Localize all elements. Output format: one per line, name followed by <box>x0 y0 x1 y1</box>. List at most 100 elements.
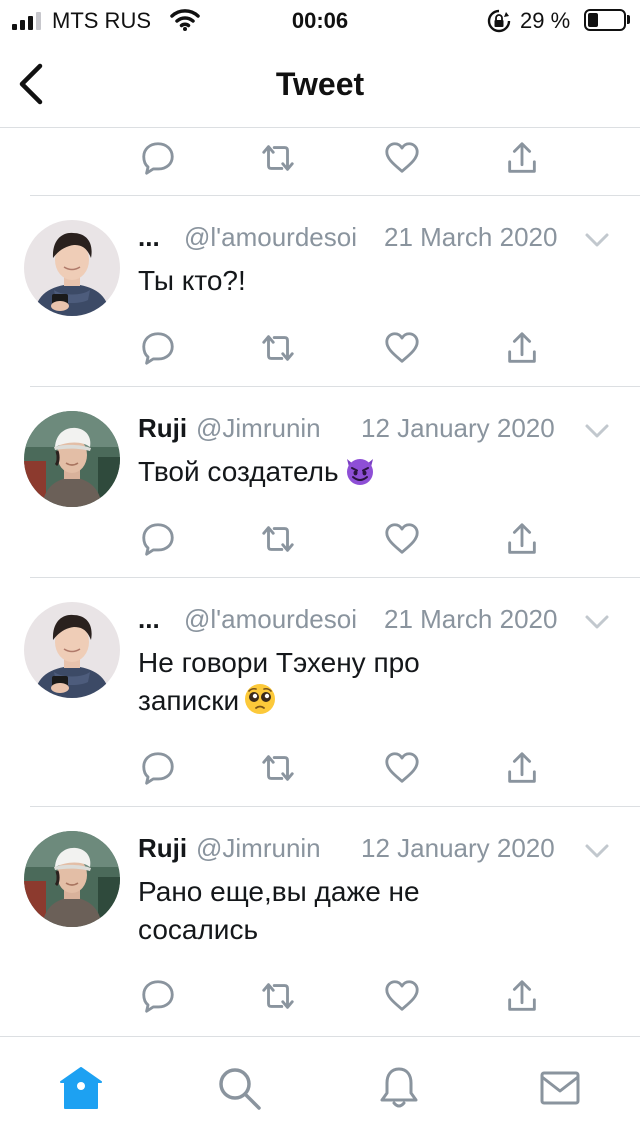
battery-level-fill <box>588 13 598 27</box>
retweet-icon <box>259 977 297 1015</box>
home-icon <box>60 1067 102 1109</box>
reply-button[interactable] <box>138 328 178 368</box>
avatar[interactable] <box>24 831 120 927</box>
retweet-icon <box>259 520 297 558</box>
bell-icon <box>380 1067 418 1108</box>
author-name[interactable]: ... <box>138 604 160 635</box>
reply-icon <box>139 520 177 558</box>
like-button[interactable] <box>382 519 422 559</box>
retweet-button[interactable] <box>258 748 298 788</box>
chevron-down-icon[interactable] <box>582 228 612 252</box>
tab-messages[interactable] <box>535 1063 585 1113</box>
battery-percentage: 29 % <box>520 8 571 33</box>
tweet-actions <box>138 748 548 788</box>
tweet-text: Рано еще,вы даже не сосались <box>138 873 498 949</box>
reply-icon <box>139 139 177 177</box>
retweet-icon <box>259 139 297 177</box>
tweet-text: Твой создатель <box>138 453 598 491</box>
tweet-date: 21 March 2020 <box>384 604 558 634</box>
like-button[interactable] <box>382 138 422 178</box>
tweet-actions <box>138 519 548 559</box>
tweet-meta: Ruji @Jimrunin 12 January 2020 <box>138 413 618 449</box>
share-icon <box>503 139 541 177</box>
tweet-meta: ... @l'amourdesoi 21 March 2020 <box>138 604 618 640</box>
heart-icon <box>383 139 421 177</box>
tweet-actions <box>138 328 548 368</box>
smiling-imp-emoji <box>346 459 373 485</box>
tweet-actions <box>138 976 548 1016</box>
tweet-text: Ты кто?! <box>138 262 598 300</box>
tab-search[interactable] <box>214 1063 264 1113</box>
author-handle[interactable]: @Jimrunin <box>196 413 321 444</box>
tweet-meta: ... @l'amourdesoi 21 March 2020 <box>138 222 618 258</box>
nav-header: Tweet <box>0 40 640 128</box>
author-name[interactable]: Ruji <box>138 833 187 864</box>
like-button[interactable] <box>382 976 422 1016</box>
author-handle[interactable]: @l'amourdesoi <box>184 604 357 635</box>
heart-icon <box>383 520 421 558</box>
retweet-button[interactable] <box>258 519 298 559</box>
tweet-text-content: Рано еще,вы даже не сосались <box>138 876 420 945</box>
chevron-down-icon[interactable] <box>582 419 612 443</box>
divider <box>30 195 640 196</box>
tab-bar <box>0 1036 640 1136</box>
share-icon <box>503 749 541 787</box>
share-button[interactable] <box>502 748 542 788</box>
tweet-actions <box>138 138 548 178</box>
author-handle[interactable]: @Jimrunin <box>196 833 321 864</box>
divider <box>30 806 640 807</box>
like-button[interactable] <box>382 328 422 368</box>
reply-button[interactable] <box>138 519 178 559</box>
divider <box>30 577 640 578</box>
share-button[interactable] <box>502 328 542 368</box>
reply-button[interactable] <box>138 138 178 178</box>
tweet-text-content: Ты кто?! <box>138 265 246 296</box>
heart-icon <box>383 749 421 787</box>
divider <box>30 386 640 387</box>
avatar[interactable] <box>24 220 120 316</box>
tweet-date: 21 March 2020 <box>384 222 558 252</box>
reply-icon <box>139 749 177 787</box>
pleading-face-emoji <box>245 684 276 714</box>
orientation-lock-icon <box>487 9 511 33</box>
share-button[interactable] <box>502 138 542 178</box>
retweet-icon <box>259 329 297 367</box>
author-name[interactable]: ... <box>138 222 160 253</box>
share-icon <box>503 329 541 367</box>
retweet-button[interactable] <box>258 976 298 1016</box>
tab-notifications[interactable] <box>374 1063 424 1113</box>
chevron-down-icon[interactable] <box>582 839 612 863</box>
envelope-icon <box>540 1071 580 1105</box>
avatar[interactable] <box>24 602 120 698</box>
share-button[interactable] <box>502 519 542 559</box>
chevron-down-icon[interactable] <box>582 610 612 634</box>
search-icon <box>219 1068 261 1110</box>
retweet-button[interactable] <box>258 328 298 368</box>
author-handle[interactable]: @l'amourdesoi <box>184 222 357 253</box>
tweet-date: 12 January 2020 <box>361 413 555 443</box>
heart-icon <box>383 977 421 1015</box>
share-icon <box>503 977 541 1015</box>
reply-button[interactable] <box>138 976 178 1016</box>
battery-icon <box>584 9 626 31</box>
retweet-button[interactable] <box>258 138 298 178</box>
status-bar: MTS RUS 00:06 29 % <box>0 0 640 40</box>
share-icon <box>503 520 541 558</box>
tweet-meta: Ruji @Jimrunin 12 January 2020 <box>138 833 618 869</box>
heart-icon <box>383 329 421 367</box>
tweet-text-content: Не говори Тэхену про записки <box>138 647 420 716</box>
share-button[interactable] <box>502 976 542 1016</box>
tweet-text-content: Твой создатель <box>138 456 339 487</box>
retweet-icon <box>259 749 297 787</box>
battery-tip <box>627 15 630 24</box>
like-button[interactable] <box>382 748 422 788</box>
tab-home[interactable] <box>56 1063 106 1113</box>
author-name[interactable]: Ruji <box>138 413 187 444</box>
tweet-date: 12 January 2020 <box>361 833 555 863</box>
page-title: Tweet <box>275 66 365 102</box>
reply-icon <box>139 329 177 367</box>
avatar[interactable] <box>24 411 120 507</box>
reply-icon <box>139 977 177 1015</box>
tweet-text: Не говори Тэхену про записки <box>138 644 498 720</box>
reply-button[interactable] <box>138 748 178 788</box>
